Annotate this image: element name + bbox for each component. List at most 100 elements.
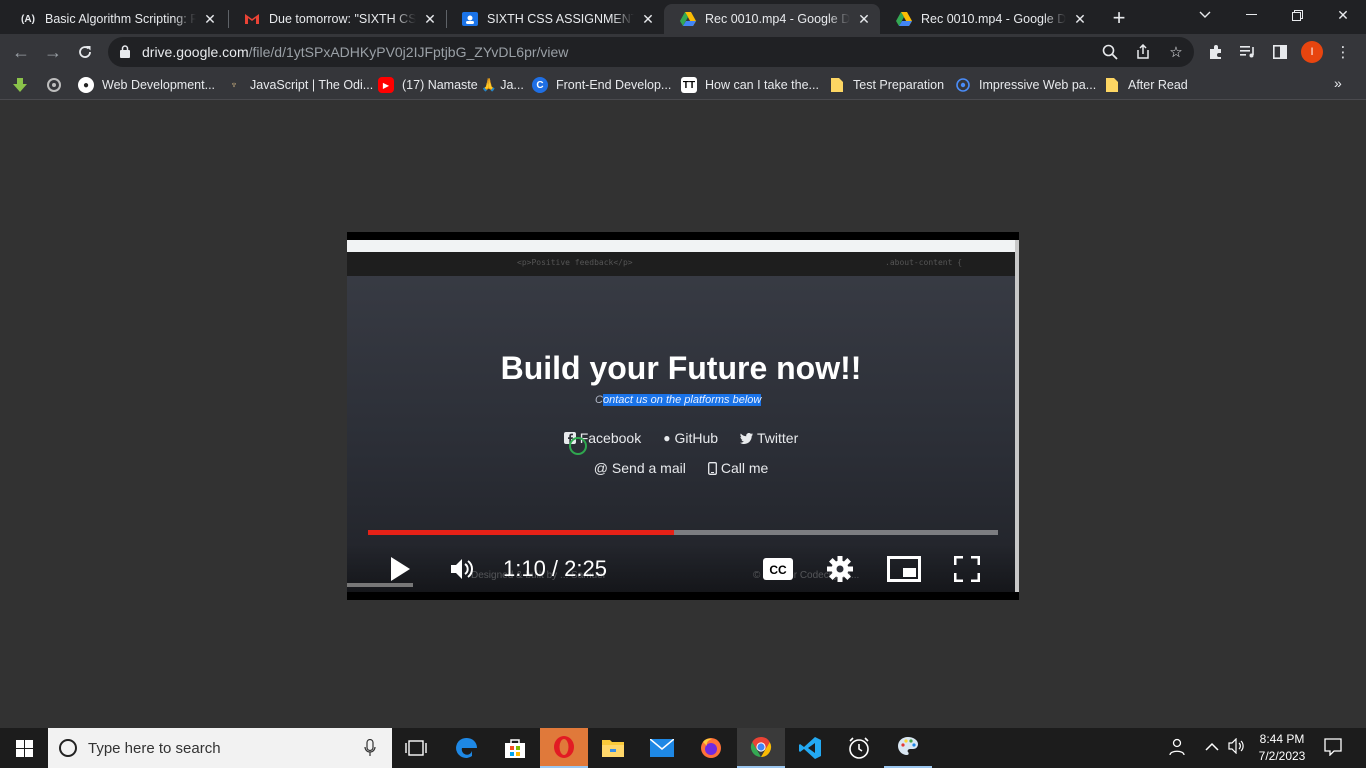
call-me-link: Call me: [707, 460, 769, 476]
taskbar-alarms-clock[interactable]: [835, 728, 883, 768]
recorded-browser-chrome: [347, 240, 1015, 252]
bookmarks-overflow-icon[interactable]: »: [1334, 75, 1342, 91]
taskbar-search-box[interactable]: Type here to search: [48, 728, 392, 768]
seek-bar[interactable]: [368, 530, 998, 535]
seek-bar-played: [368, 530, 674, 535]
bookmark-download-extension[interactable]: [12, 75, 36, 95]
video-player[interactable]: <p>Positive feedback</p> .about-content …: [347, 232, 1019, 600]
url-path: /file/d/1ytSPxADHKyPV0j2IJFptjbG_ZYvDL6p…: [248, 44, 569, 60]
tab-title: Rec 0010.mp4 - Google Drive: [921, 12, 1066, 26]
show-hidden-icons-chevron-icon[interactable]: [1205, 740, 1219, 755]
tab-gmail[interactable]: Due tomorrow: "SIXTH CSS A ✕: [228, 4, 446, 34]
people-icon[interactable]: [1168, 738, 1186, 759]
tab-classroom[interactable]: SIXTH CSS ASSIGNMENT ✕: [446, 4, 664, 34]
bookmark-web-development[interactable]: ● Web Development...: [78, 75, 215, 95]
task-view-button[interactable]: [392, 728, 440, 768]
bookmark-label: Web Development...: [102, 78, 216, 92]
volume-tray-icon[interactable]: [1228, 737, 1246, 757]
send-mail-link: @ Send a mail: [594, 460, 686, 476]
zoom-icon[interactable]: [1100, 42, 1120, 62]
taskbar-clock[interactable]: 8:44 PM 7/2/2023: [1252, 731, 1312, 765]
twitter-icon: [740, 432, 754, 444]
bookmark-after-read[interactable]: After Read: [1104, 75, 1188, 95]
minimize-button[interactable]: [1228, 0, 1274, 30]
settings-button[interactable]: [825, 554, 855, 584]
taskbar-paint[interactable]: [884, 728, 932, 768]
tab-basic-algorithm[interactable]: (A) Basic Algorithm Scripting: Re ✕: [4, 4, 226, 34]
taskbar-firefox[interactable]: [687, 728, 735, 768]
media-control-icon[interactable]: [1238, 42, 1258, 62]
extensions-icon[interactable]: [1206, 42, 1226, 62]
back-button[interactable]: ←: [6, 37, 36, 67]
bookmark-test-preparation[interactable]: Test Preparation: [829, 75, 944, 95]
tab-drive[interactable]: Rec 0010.mp4 - Google Drive ✕: [880, 4, 1096, 34]
url-host: drive.google.com: [142, 44, 249, 60]
volume-button[interactable]: [447, 554, 477, 584]
side-panel-icon[interactable]: [1270, 42, 1290, 62]
clock-time: 8:44 PM: [1259, 732, 1305, 746]
close-tab-icon[interactable]: ✕: [202, 11, 218, 27]
bookmark-star-icon[interactable]: ☆: [1166, 42, 1186, 62]
close-tab-icon[interactable]: ✕: [422, 11, 438, 27]
tab-search-button[interactable]: [1182, 0, 1228, 30]
fullscreen-button[interactable]: [951, 554, 983, 584]
taskbar-edge[interactable]: [443, 728, 491, 768]
odin-icon: ♆: [230, 79, 238, 91]
clock-date: 7/2/2023: [1258, 749, 1306, 763]
fullscreen-icon: [954, 556, 980, 582]
github-icon: ●: [663, 431, 671, 445]
chrome-menu-icon[interactable]: ⋮: [1333, 42, 1353, 62]
browser-toolbar: ← → drive.google.com/file/d/1ytSPxADHKyP…: [0, 34, 1366, 70]
bookmark-front-end-develop[interactable]: C Front-End Develop...: [532, 75, 671, 95]
reload-button[interactable]: [70, 37, 100, 67]
opera-gx-icon: [46, 77, 62, 93]
lock-icon[interactable]: [120, 45, 130, 58]
web-icon: [955, 77, 971, 93]
github-link: ● GitHub: [663, 430, 718, 446]
restore-button[interactable]: [1274, 0, 1320, 30]
url-text[interactable]: drive.google.com/file/d/1ytSPxADHKyPV0j2…: [142, 44, 568, 60]
captions-icon: CC: [763, 558, 793, 580]
link-label: Call me: [720, 460, 769, 476]
taskbar-file-explorer[interactable]: [589, 728, 637, 768]
new-tab-button[interactable]: +: [1106, 5, 1132, 30]
share-icon[interactable]: [1133, 42, 1153, 62]
tab-drive-active[interactable]: Rec 0010.mp4 - Google Drive ✕: [664, 4, 880, 34]
bookmark-label: How can I take the...: [705, 78, 819, 92]
bookmark-how-can-i-take[interactable]: TT How can I take the...: [681, 75, 819, 95]
phone-icon: [707, 461, 717, 475]
taskbar-mail[interactable]: [638, 728, 686, 768]
video-hero-title: Build your Future now!!: [500, 350, 862, 386]
bookmark-label: Test Preparation: [853, 78, 945, 92]
bookmark-opera-gx[interactable]: [46, 75, 70, 95]
forward-button[interactable]: →: [38, 37, 68, 67]
close-window-button[interactable]: ✕: [1320, 0, 1366, 30]
folder-icon: [829, 77, 845, 93]
bookmark-label: JavaScript | The Odi...: [250, 78, 374, 92]
bookmark-impressive-web[interactable]: Impressive Web pa...: [955, 75, 1096, 95]
bookmark-namaste-javascript[interactable]: ▶ (17) Namaste 🙏 Ja...: [378, 75, 524, 95]
address-bar[interactable]: drive.google.com/file/d/1ytSPxADHKyPV0j2…: [108, 37, 1194, 67]
video-frame[interactable]: <p>Positive feedback</p> .about-content …: [347, 240, 1015, 592]
search-placeholder: Type here to search: [88, 739, 221, 757]
microphone-icon[interactable]: [364, 739, 376, 757]
miniplayer-button[interactable]: [885, 554, 923, 584]
profile-avatar[interactable]: I: [1301, 41, 1323, 63]
mouse-cursor-indicator: [569, 437, 587, 455]
recorded-code-strip: <p>Positive feedback</p> .about-content …: [347, 252, 1015, 276]
bookmark-label: (17) Namaste 🙏 Ja...: [402, 77, 524, 92]
close-tab-icon[interactable]: ✕: [856, 11, 872, 27]
taskbar-vscode[interactable]: [786, 728, 834, 768]
notification-center-icon[interactable]: [1324, 738, 1342, 759]
taskbar-opera[interactable]: [540, 728, 588, 768]
start-button[interactable]: [0, 728, 48, 768]
bookmark-javascript-odin[interactable]: ♆ JavaScript | The Odi...: [226, 75, 373, 95]
close-tab-icon[interactable]: ✕: [640, 11, 656, 27]
taskbar-store[interactable]: [491, 728, 539, 768]
close-tab-icon[interactable]: ✕: [1072, 11, 1088, 27]
miniplayer-icon: [887, 556, 921, 582]
google-drive-icon: [680, 11, 696, 27]
taskbar-chrome[interactable]: [737, 728, 785, 768]
captions-button[interactable]: CC: [761, 556, 795, 582]
play-button[interactable]: [383, 552, 417, 586]
